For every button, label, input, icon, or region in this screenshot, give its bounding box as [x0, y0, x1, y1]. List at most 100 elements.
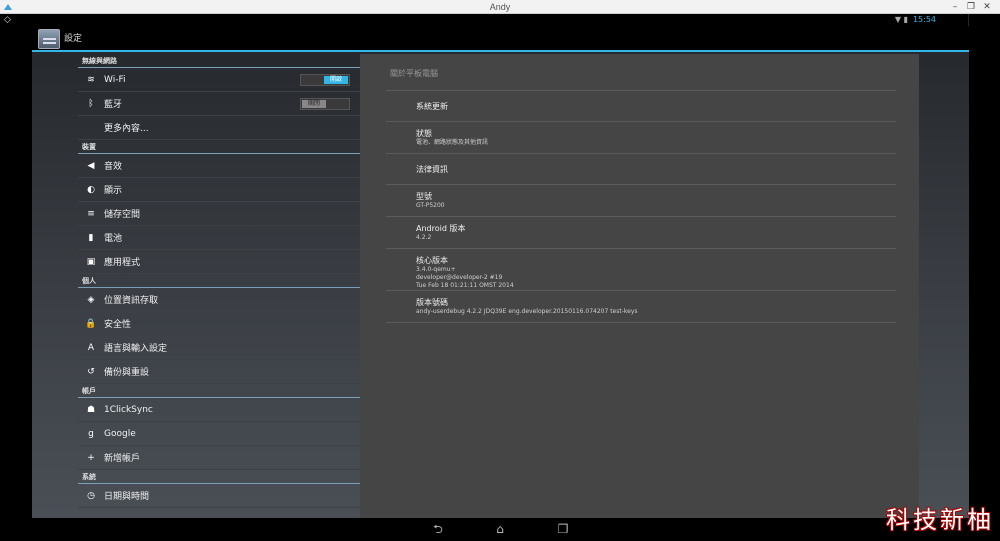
- settings-item[interactable]: ≋ Wi-Fi 開啟: [78, 68, 360, 92]
- lock-icon: 🔒: [85, 318, 97, 329]
- settings-item-label: 儲存空間: [104, 210, 141, 220]
- location-icon: ◈: [87, 294, 95, 305]
- detail-item-summary: 4.2.2: [416, 234, 432, 241]
- settings-item-label: 1ClickSync: [104, 404, 153, 415]
- minimize-button[interactable]: –: [948, 1, 962, 13]
- watermark: 科技新柚: [886, 506, 994, 534]
- settings-item-label: 顯示: [104, 186, 123, 196]
- section-header: 系統: [78, 470, 360, 484]
- detail-title: 關於平板電腦: [390, 69, 438, 78]
- bluetooth-icon: ᛒ: [88, 98, 94, 109]
- settings-item-label: 新增帳戶: [104, 454, 141, 464]
- back-icon[interactable]: ⮌: [426, 521, 450, 538]
- android-screen: 設定 無線與網路 ≋ Wi-Fi 開啟 ᛒ 藍牙 關閉更多內容... 裝置 ◀ 音效 ◐ 顯示 ≡ 儲存空…: [32, 14, 969, 518]
- detail-item-summary: developer@developer-2 #19: [416, 274, 503, 281]
- settings-item[interactable]: ◈ 位置資訊存取: [78, 288, 360, 312]
- detail-item-title: 狀態: [416, 129, 432, 138]
- settings-item-label: 應用程式: [104, 258, 141, 268]
- settings-item-label: 更多內容...: [104, 124, 149, 134]
- settings-item-label: 位置資訊存取: [104, 296, 159, 306]
- settings-item-label: 日期與時間: [104, 492, 150, 502]
- emulator-window: Andy – ❐ ✕ ◇ ▼ ▮ 15:54 設定 無線與網路 ≋ Wi-Fi 開啟 ᛒ…: [0, 0, 1000, 541]
- settings-item-label: 語言與輸入設定: [104, 344, 168, 354]
- toggle-switch[interactable]: 關閉: [300, 98, 350, 110]
- home-icon[interactable]: ⌂: [488, 521, 512, 538]
- window-titlebar: Andy – ❐ ✕: [0, 0, 1000, 14]
- settings-item[interactable]: ◷ 日期與時間: [78, 484, 360, 508]
- settings-item[interactable]: A 語言與輸入設定: [78, 336, 360, 360]
- toggle-label: 關閉: [302, 100, 326, 108]
- settings-item-label: 備份與重設: [104, 368, 150, 378]
- settings-item[interactable]: ≡ 儲存空間: [78, 202, 360, 226]
- section-header: 帳戶: [78, 384, 360, 398]
- detail-item-summary: 電池、網路狀態及其他資訊: [416, 139, 489, 146]
- detail-list: 系統更新 狀態 電池、網路狀態及其他資訊 法律資訊 型號 GT-P5200 Android …: [386, 90, 896, 323]
- detail-item-title: 系統更新: [416, 102, 448, 111]
- navigation-bar: ⮌ ⌂ ❐: [32, 518, 969, 541]
- action-bar: 設定: [32, 26, 969, 52]
- settings-item[interactable]: 🔒 安全性: [78, 312, 360, 336]
- detail-item[interactable]: 系統更新: [386, 91, 896, 122]
- settings-item[interactable]: ▣ 應用程式: [78, 250, 360, 274]
- settings-item-label: 電池: [104, 234, 123, 244]
- status-time: 15:54: [912, 15, 936, 24]
- settings-item[interactable]: ◐ 顯示: [78, 178, 360, 202]
- android-icon: ☗: [86, 404, 96, 415]
- toggle-switch[interactable]: 開啟: [300, 74, 350, 86]
- settings-item[interactable]: ▮ 電池: [78, 226, 360, 250]
- settings-item[interactable]: + 新增帳戶: [78, 446, 360, 470]
- settings-item[interactable]: 更多內容...: [78, 116, 360, 140]
- wifi-icon: ≋: [87, 74, 95, 85]
- detail-item-summary: Tue Feb 18 01:21:11 OMST 2014: [416, 282, 514, 289]
- detail-item[interactable]: 核心版本 3.4.0-qemu+ developer@developer-2 #19…: [386, 249, 896, 291]
- detail-item-summary: GT-P5200: [416, 202, 445, 209]
- settings-item[interactable]: ↺ 備份與重設: [78, 360, 360, 384]
- settings-item-label: Wi-Fi: [104, 74, 126, 85]
- apps-icon: ▣: [86, 256, 96, 267]
- detail-item[interactable]: Android 版本 4.2.2: [386, 217, 896, 249]
- settings-item-label: 藍牙: [104, 100, 123, 110]
- brightness-icon: ◐: [87, 184, 95, 195]
- keyboard-icon: A: [87, 342, 95, 353]
- plus-icon: +: [87, 452, 95, 463]
- settings-item-label: 音效: [104, 162, 123, 172]
- section-header: 無線與網路: [78, 54, 360, 68]
- battery-icon: ▮: [88, 232, 94, 243]
- clock-icon: ◷: [87, 490, 95, 501]
- maximize-button[interactable]: ❐: [964, 1, 978, 13]
- google-icon: g: [88, 428, 94, 439]
- settings-item[interactable]: ◀ 音效: [78, 154, 360, 178]
- section-header: 裝置: [78, 140, 360, 154]
- close-button[interactable]: ✕: [980, 1, 994, 13]
- page-title: 設定: [64, 34, 83, 44]
- detail-item-title: 版本號碼: [416, 298, 448, 307]
- detail-item-title: 法律資訊: [416, 165, 448, 174]
- detail-item-title: Android 版本: [416, 224, 466, 233]
- detail-item[interactable]: 狀態 電池、網路狀態及其他資訊: [386, 122, 896, 154]
- settings-item[interactable]: g Google: [78, 422, 360, 446]
- detail-item[interactable]: 法律資訊: [386, 154, 896, 185]
- settings-app-icon[interactable]: [38, 29, 60, 49]
- settings-list: 無線與網路 ≋ Wi-Fi 開啟 ᛒ 藍牙 關閉更多內容... 裝置 ◀ 音效 ◐ 顯示 ≡ 儲存空間 ▮ 電…: [78, 54, 360, 518]
- detail-item-summary: andy-userdebug 4.2.2 JDQ39E eng.develope…: [416, 308, 638, 315]
- detail-item[interactable]: 版本號碼 andy-userdebug 4.2.2 JDQ39E eng.deve…: [386, 291, 896, 323]
- status-bar: ◇ ▼ ▮ 15:54: [0, 14, 968, 26]
- recents-icon[interactable]: ❐: [551, 521, 575, 538]
- detail-item-title: 型號: [416, 192, 432, 201]
- detail-item-title: 核心版本: [416, 256, 448, 265]
- settings-item[interactable]: ᛒ 藍牙 關閉: [78, 92, 360, 116]
- detail-item-summary: 3.4.0-qemu+: [416, 266, 456, 273]
- toggle-label: 開啟: [324, 76, 348, 84]
- storage-icon: ≡: [87, 208, 95, 219]
- settings-item-label: 安全性: [104, 320, 132, 330]
- about-tablet-pane: 關於平板電腦 系統更新 狀態 電池、網路狀態及其他資訊 法律資訊 型號 GT-P5200 A…: [360, 54, 919, 518]
- section-header: 個人: [78, 274, 360, 288]
- window-title: Andy: [489, 2, 511, 12]
- notification-icon: ◇: [4, 15, 11, 25]
- speaker-icon: ◀: [87, 160, 95, 171]
- restore-icon: ↺: [87, 366, 95, 377]
- detail-item[interactable]: 型號 GT-P5200: [386, 185, 896, 217]
- settings-item[interactable]: ☗ 1ClickSync: [78, 398, 360, 422]
- settings-item-label: Google: [104, 428, 136, 439]
- wifi-signal-icon: ▼ ▮: [894, 15, 908, 24]
